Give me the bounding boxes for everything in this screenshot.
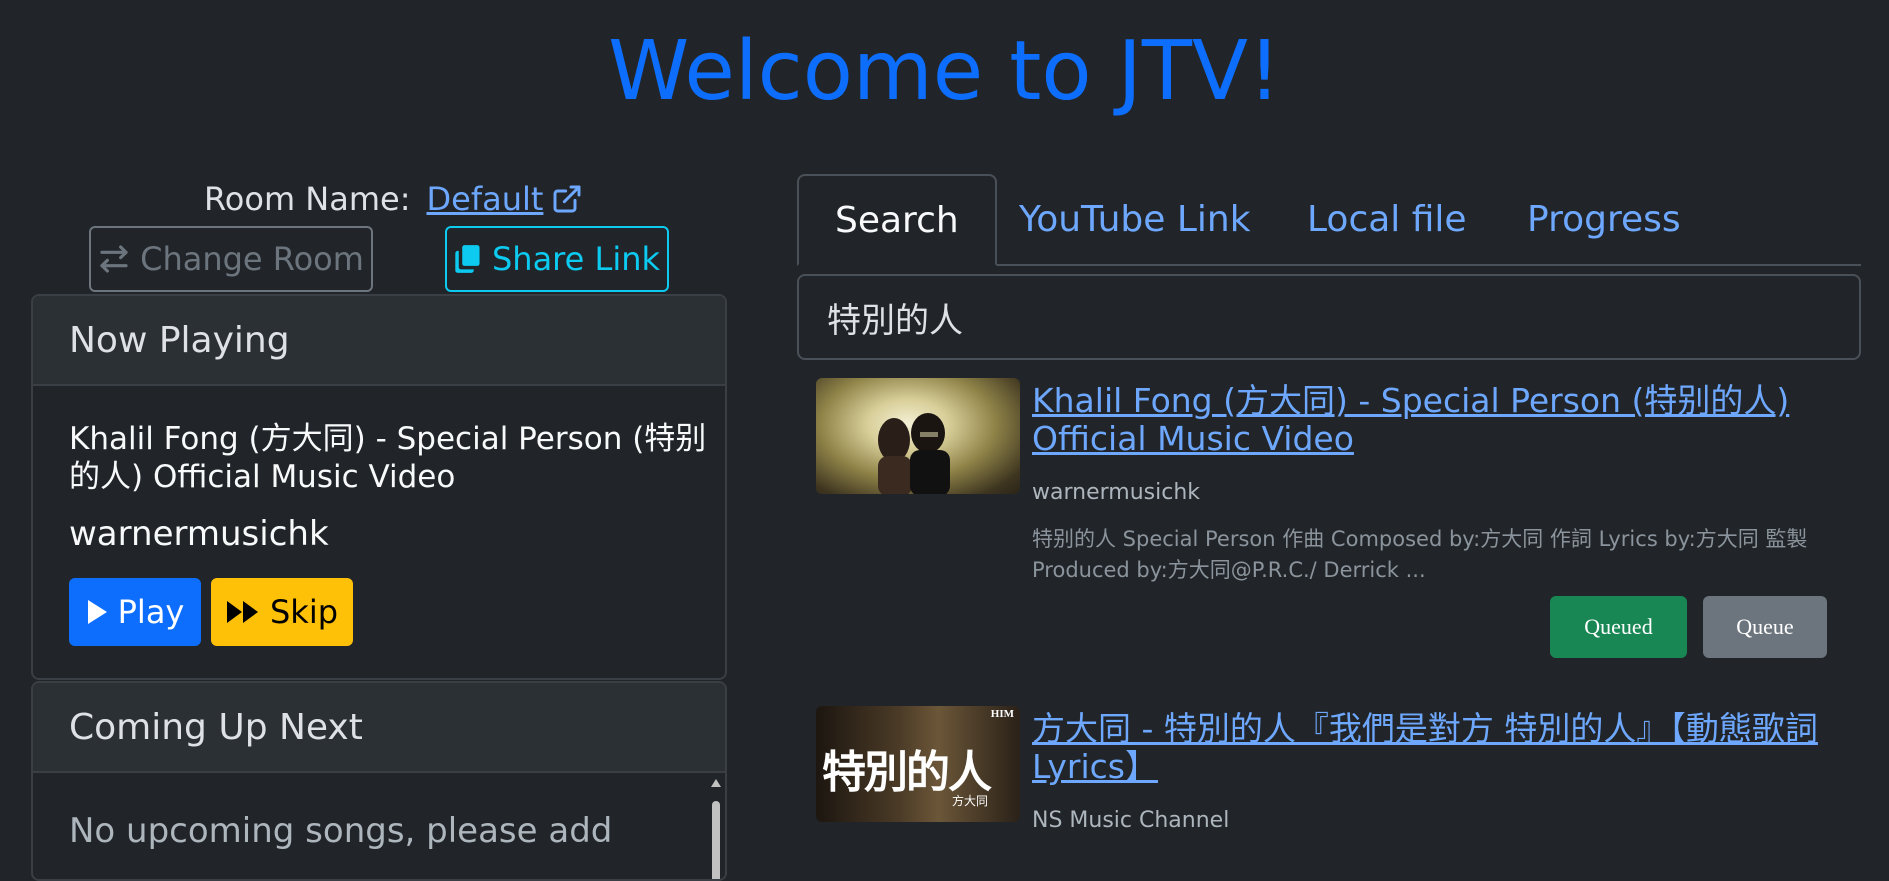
now-playing-channel: warnermusichk (69, 514, 329, 554)
room-name-row: Room Name: Default (204, 180, 583, 218)
search-result: Khalil Fong (方大同) - Special Person (特别的人… (816, 378, 1861, 668)
result-thumbnail[interactable] (816, 378, 1020, 494)
thumbnail-title-text: 特別的人 (822, 747, 992, 798)
skip-button[interactable]: Skip (211, 578, 353, 646)
result-description: 特别的人 Special Person 作曲 Composed by:方大同 作… (1032, 527, 1808, 582)
queue-button[interactable]: Queue (1703, 596, 1827, 658)
external-link-icon (553, 185, 581, 213)
now-playing-title: Khalil Fong (方大同) - Special Person (特别的人… (69, 421, 707, 495)
coming-up-card: Coming Up Next No upcoming songs, please… (31, 681, 727, 881)
source-tabs: Search YouTube Link Local file Progress (797, 174, 1861, 266)
tab-search[interactable]: Search (797, 174, 997, 266)
now-playing-header: Now Playing (33, 296, 725, 386)
thumbnail-image-icon (878, 413, 950, 494)
result-title-link[interactable]: Khalil Fong (方大同) - Special Person (特别的人… (1032, 382, 1852, 458)
result-thumbnail[interactable]: HIM 特別的人 方大同 (816, 706, 1020, 822)
room-name-value: Default (426, 180, 544, 218)
search-result: HIM 特別的人 方大同 方大同 - 特別的人『我們是對方 特別的人』【動態歌詞… (816, 706, 1861, 852)
now-playing-card: Now Playing Khalil Fong (方大同) - Special … (31, 294, 727, 680)
result-channel: warnermusichk (1032, 480, 1200, 505)
page-title: Welcome to JTV! (608, 24, 1281, 119)
change-room-button[interactable]: Change Room (89, 226, 373, 292)
tab-progress[interactable]: Progress (1527, 174, 1681, 264)
thumbnail-badge: HIM (990, 708, 1014, 720)
tab-youtube-link[interactable]: YouTube Link (1019, 174, 1251, 264)
copy-icon (455, 245, 480, 273)
play-icon (87, 600, 107, 624)
skip-label: Skip (269, 593, 339, 631)
queue-scrollbar[interactable] (709, 775, 723, 879)
room-name-link[interactable]: Default (426, 180, 583, 218)
change-room-label: Change Room (140, 240, 364, 278)
swap-arrows-icon (100, 245, 128, 273)
share-link-label: Share Link (491, 240, 661, 278)
scroll-up-arrow-icon[interactable] (711, 779, 721, 787)
empty-queue-message: No upcoming songs, please add (69, 811, 613, 851)
room-name-label: Room Name: (204, 180, 411, 218)
play-label: Play (117, 593, 185, 631)
share-link-button[interactable]: Share Link (445, 226, 669, 292)
result-title-link[interactable]: 方大同 - 特別的人『我們是對方 特別的人』【動態歌詞 Lyrics】 (1032, 710, 1852, 786)
tab-local-file[interactable]: Local file (1307, 174, 1467, 264)
result-channel: NS Music Channel (1032, 808, 1230, 833)
coming-up-header: Coming Up Next (33, 683, 725, 773)
play-button[interactable]: Play (69, 578, 201, 646)
scroll-thumb[interactable] (712, 801, 720, 879)
queued-button[interactable]: Queued (1550, 596, 1687, 658)
search-input[interactable]: 特別的人 (797, 274, 1861, 360)
fast-forward-icon (226, 601, 258, 623)
thumbnail-artist-text: 方大同 (952, 794, 989, 808)
